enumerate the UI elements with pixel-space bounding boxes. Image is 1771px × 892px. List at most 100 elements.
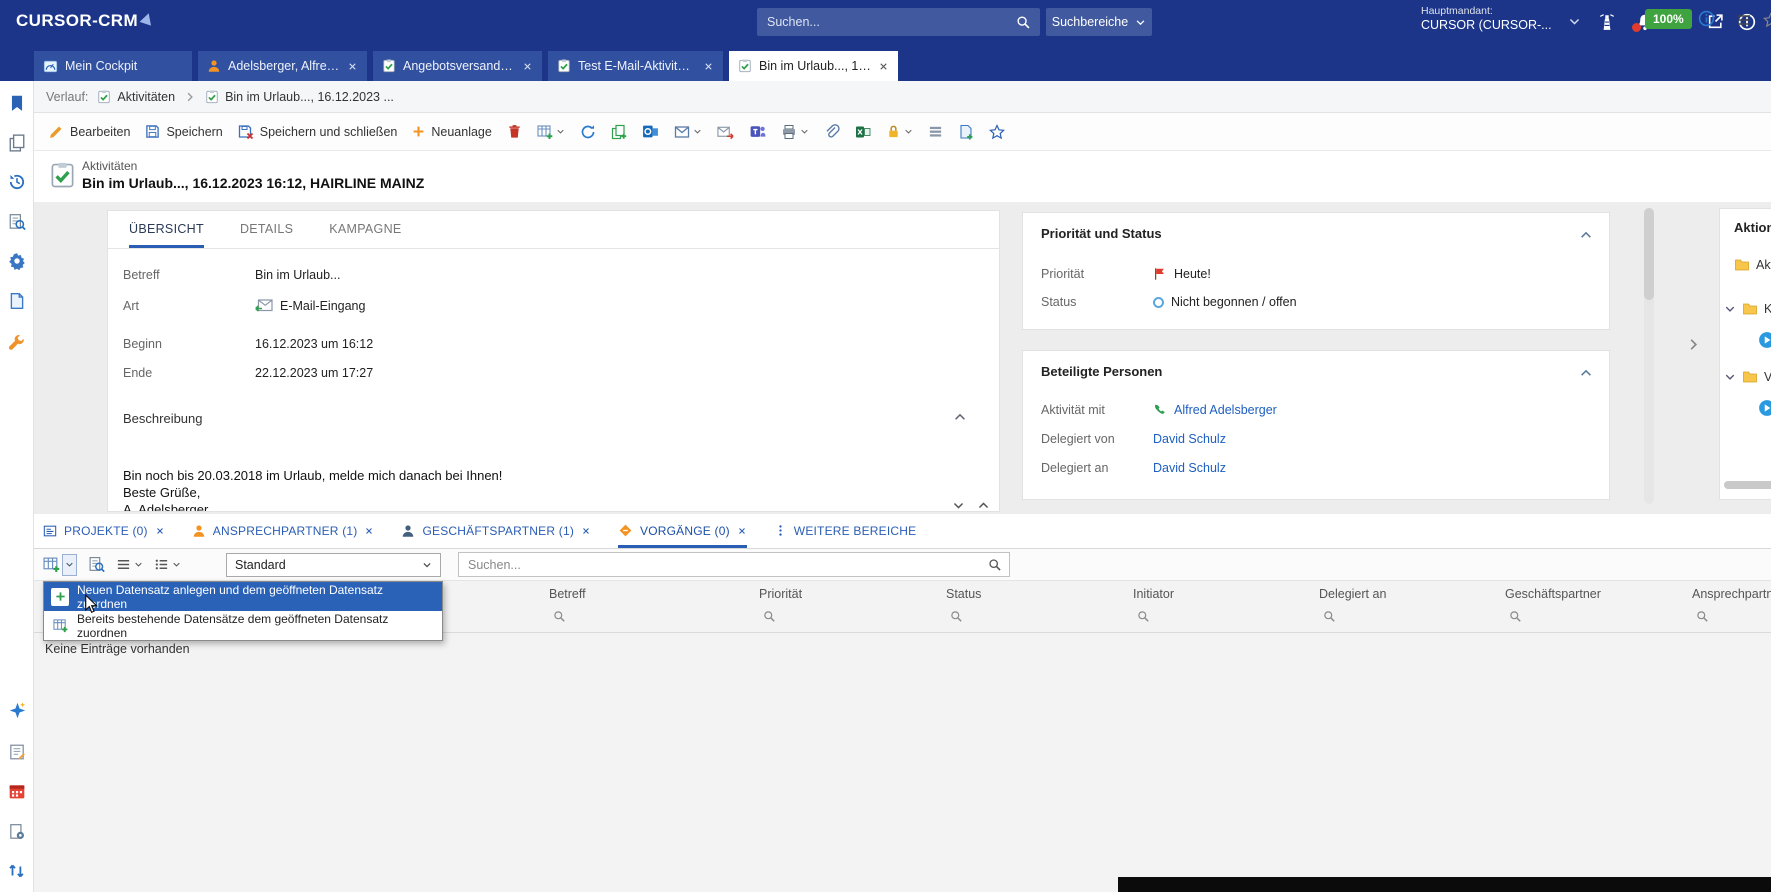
teams-button[interactable]	[749, 123, 766, 140]
favorites-button[interactable]	[7, 93, 27, 113]
breadcrumb-current-record[interactable]: Bin im Urlaub..., 16.12.2023 ...	[205, 90, 394, 104]
add-document-button[interactable]	[958, 124, 974, 140]
subtab-weitere-bereiche[interactable]: WEITERE BEREICHE	[774, 514, 917, 548]
search-in-list-button[interactable]	[88, 556, 105, 573]
field-value-prioritaet[interactable]: Heute!	[1153, 267, 1211, 281]
collapse-up-button[interactable]	[977, 497, 990, 512]
column-header-initiator[interactable]: Initiator	[1133, 587, 1174, 623]
subtab-projekte[interactable]: PROJEKTE (0)	[43, 514, 165, 548]
view-select[interactable]: Standard	[226, 553, 441, 577]
calendar-button[interactable]	[7, 781, 27, 801]
breadcrumb-aktivitaeten[interactable]: Aktivitäten	[97, 90, 175, 104]
add-record-menu-button[interactable]	[62, 554, 77, 576]
action-folder-group-1[interactable]: K	[1724, 301, 1771, 317]
employee-link[interactable]: David Schulz	[1153, 461, 1226, 475]
refresh-button[interactable]	[580, 124, 596, 140]
global-search-input[interactable]	[757, 15, 1016, 29]
column-filter-button[interactable]	[1509, 609, 1522, 623]
edit-button[interactable]: Bearbeiten	[48, 124, 130, 140]
column-filter-button[interactable]	[950, 609, 963, 623]
column-filter-button[interactable]	[553, 609, 566, 623]
close-icon[interactable]	[155, 526, 165, 536]
column-filter-button[interactable]	[1323, 609, 1336, 623]
search-icon[interactable]	[1016, 15, 1031, 30]
subtab-vorgaenge[interactable]: VORGÄNGE (0)	[618, 514, 747, 548]
save-close-button[interactable]: Speichern und schließen	[238, 124, 398, 140]
close-icon[interactable]	[347, 61, 358, 72]
close-icon[interactable]	[878, 61, 889, 72]
sync-button[interactable]	[7, 861, 27, 881]
tab-kampagne[interactable]: KAMPAGNE	[329, 211, 401, 248]
panel-scrollbar-thumb[interactable]	[1644, 208, 1654, 300]
record-info-button[interactable]	[1698, 10, 1715, 27]
row-view-button[interactable]	[928, 124, 943, 139]
menu-item-link-existing[interactable]: Bereits bestehende Datensätze dem geöffn…	[44, 611, 442, 640]
action-folder-group-2[interactable]: V	[1724, 369, 1771, 385]
column-filter-button[interactable]	[1137, 609, 1150, 623]
search-records-button[interactable]	[7, 212, 27, 232]
save-button[interactable]: Speichern	[145, 124, 222, 139]
tab-test-email-aktivitaet[interactable]: Test E-Mail-Aktivität ...	[548, 51, 723, 81]
search-areas-button[interactable]: Suchbereiche	[1046, 8, 1152, 36]
panel-collapse-button[interactable]	[1579, 364, 1593, 380]
list-search-input[interactable]	[459, 553, 1009, 576]
subtab-geschaeftspartner[interactable]: GESCHÄFTSPARTNER (1)	[401, 514, 591, 548]
field-value-status[interactable]: Nicht begonnen / offen	[1153, 295, 1297, 309]
field-value-betreff[interactable]: Bin im Urlaub...	[255, 268, 340, 282]
close-icon[interactable]	[703, 61, 714, 72]
permissions-button[interactable]	[886, 124, 913, 139]
close-icon[interactable]	[581, 526, 591, 536]
tenant-selector[interactable]: Hauptmandant: CURSOR (CURSOR-...	[1421, 5, 1552, 32]
tab-mein-cockpit[interactable]: Mein Cockpit	[34, 51, 192, 81]
column-header-delegiert-an[interactable]: Delegiert an	[1319, 587, 1386, 623]
list-menu-button[interactable]	[116, 557, 143, 572]
delete-button[interactable]	[507, 124, 522, 139]
tab-angebotsversand[interactable]: Angebotsversand, 16...	[373, 51, 542, 81]
menu-item-new-record[interactable]: Neuen Datensatz anlegen und dem geöffnet…	[44, 582, 442, 611]
run-action-button[interactable]	[1758, 399, 1771, 417]
description-text[interactable]: Bin noch bis 20.03.2018 im Urlaub, melde…	[123, 467, 502, 512]
settings-button[interactable]	[7, 251, 27, 271]
notes-button[interactable]	[7, 742, 27, 762]
new-record-button[interactable]: Neuanlage	[412, 125, 491, 139]
column-header-status[interactable]: Status	[946, 587, 981, 623]
column-header-prioritaet[interactable]: Priorität	[759, 587, 802, 623]
actions-scrollbar-thumb[interactable]	[1724, 481, 1771, 489]
tab-details[interactable]: DETAILS	[240, 211, 293, 248]
close-icon[interactable]	[364, 526, 374, 536]
column-header-ansprechpartner[interactable]: Ansprechpartner	[1692, 587, 1771, 623]
copy-record-button[interactable]	[611, 124, 627, 140]
tenant-chevron-down-icon[interactable]	[1568, 15, 1581, 28]
run-action-button[interactable]	[1758, 331, 1771, 349]
description-collapse-button[interactable]	[953, 408, 967, 424]
column-header-betreff[interactable]: Betreff	[549, 587, 586, 623]
search-icon[interactable]	[988, 558, 1002, 572]
email-send-button[interactable]	[717, 124, 734, 140]
subtab-ansprechpartner[interactable]: ANSPRECHPARTNER (1)	[192, 514, 375, 548]
outlook-button[interactable]	[642, 123, 659, 140]
column-filter-button[interactable]	[1696, 609, 1709, 623]
field-value-art[interactable]: E-Mail-Eingang	[255, 299, 365, 313]
global-search[interactable]	[757, 8, 1040, 36]
email-button[interactable]	[674, 124, 702, 140]
excel-export-button[interactable]	[855, 124, 871, 140]
action-folder-aktivitaeten[interactable]: Aktivitäten	[1734, 257, 1771, 273]
list-search[interactable]	[458, 552, 1010, 577]
tab-uebersicht[interactable]: ÜBERSICHT	[129, 211, 204, 248]
close-icon[interactable]	[522, 61, 533, 72]
panel-collapse-button[interactable]	[1579, 226, 1593, 242]
column-header-geschaeftspartner[interactable]: Geschäftspartner	[1505, 587, 1601, 623]
tab-bin-im-urlaub[interactable]: Bin im Urlaub..., 16.1...	[729, 51, 898, 81]
lighthouse-button[interactable]	[1598, 13, 1616, 31]
column-filter-button[interactable]	[763, 609, 776, 623]
quickstart-button[interactable]	[7, 700, 27, 720]
contact-link[interactable]: Alfred Adelsberger	[1174, 403, 1277, 417]
favorite-button[interactable]	[989, 124, 1005, 140]
toolbar-menu-button[interactable]	[1736, 11, 1752, 28]
sort-options-button[interactable]	[154, 557, 181, 572]
field-value-ende[interactable]: 22.12.2023 um 17:27	[255, 366, 373, 380]
toolbar-overflow-button[interactable]	[1763, 11, 1771, 28]
clipboard-button[interactable]	[7, 133, 27, 153]
history-button[interactable]	[7, 172, 27, 192]
tab-adelsberger[interactable]: Adelsberger, Alfred, ...	[198, 51, 367, 81]
